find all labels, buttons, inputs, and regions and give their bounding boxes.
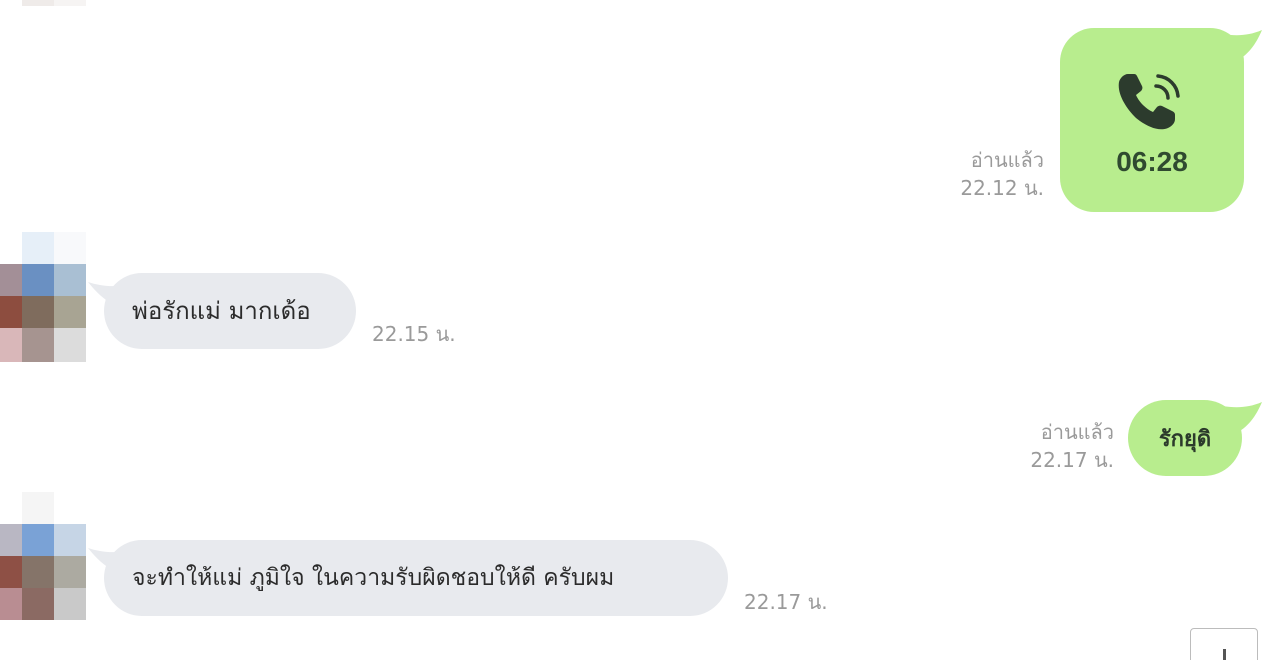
- arrow-down-icon: [1223, 649, 1226, 660]
- message-text: รักยุดิ: [1158, 426, 1212, 452]
- contact-avatar[interactable]: [0, 232, 86, 362]
- message-time: 22.12 น.: [960, 176, 1044, 200]
- contact-avatar[interactable]: [0, 492, 86, 622]
- chat-thread: อ่านแล้ว 22.12 น. 06:28 พ่อรักแม่ มากเด้…: [0, 0, 1280, 660]
- read-status-label: อ่านแล้ว: [1040, 420, 1114, 444]
- scroll-to-bottom-button[interactable]: [1190, 628, 1258, 660]
- contact-avatar-partial: [0, 0, 86, 6]
- message-time: 22.17 น.: [1030, 448, 1114, 472]
- message-text: พ่อรักแม่ มากเด้อ: [132, 297, 311, 325]
- read-status-1: อ่านแล้ว 22.12 น.: [900, 146, 1044, 202]
- read-status-2: อ่านแล้ว 22.17 น.: [970, 418, 1114, 474]
- phone-ringing-icon: [1118, 74, 1180, 130]
- message-time: 22.15 น.: [372, 322, 456, 346]
- bubble-tail: [1222, 402, 1262, 434]
- bubble-tail: [1222, 30, 1262, 62]
- message-text: จะทำให้แม่ ภูมิใจ ในความรับผิดชอบให้ดี ค…: [132, 564, 615, 591]
- read-status-label: อ่านแล้ว: [970, 148, 1044, 172]
- incoming-message-bubble[interactable]: จะทำให้แม่ ภูมิใจ ในความรับผิดชอบให้ดี ค…: [104, 540, 728, 616]
- call-message-bubble[interactable]: 06:28: [1060, 28, 1244, 212]
- message-time: 22.17 น.: [744, 590, 828, 614]
- incoming-message-bubble[interactable]: พ่อรักแม่ มากเด้อ: [104, 273, 356, 349]
- call-duration: 06:28: [1116, 146, 1188, 177]
